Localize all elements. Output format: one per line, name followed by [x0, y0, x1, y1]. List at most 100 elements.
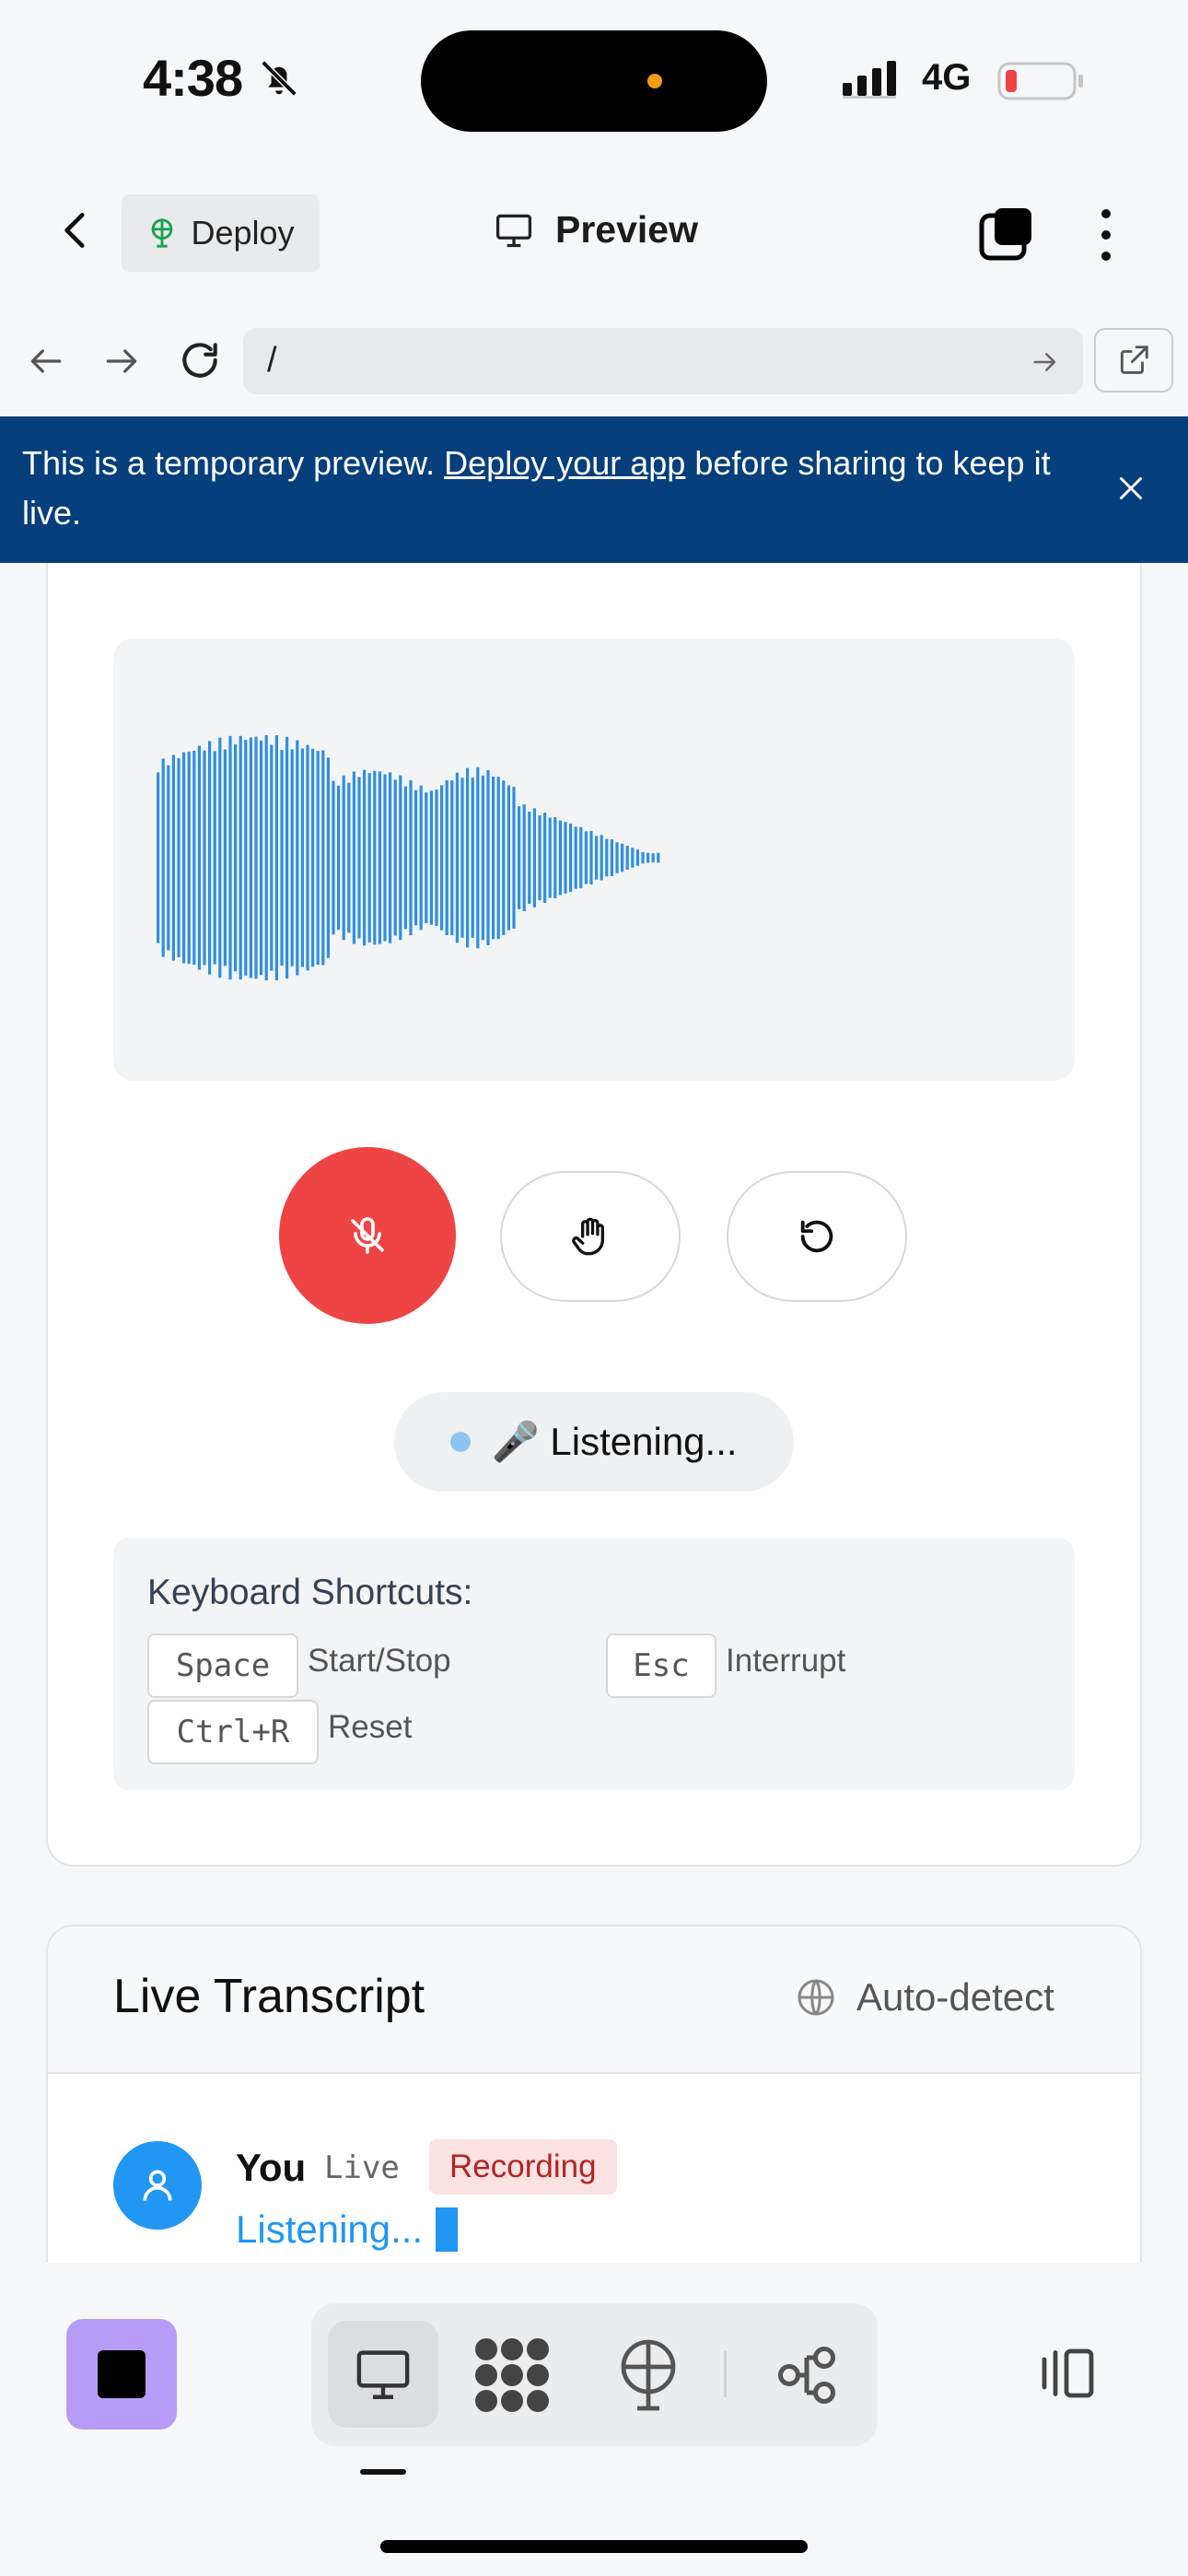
banner-text-before: This is a temporary preview. — [22, 444, 445, 482]
interrupt-button[interactable] — [500, 1171, 681, 1302]
banner-close-button[interactable] — [1114, 472, 1147, 509]
waveform-bar — [326, 757, 330, 958]
waveform-bar — [393, 779, 397, 936]
tabs-button[interactable] — [976, 205, 1037, 270]
network-type: 4G — [922, 57, 972, 98]
deploy-your-app-link[interactable]: Deploy your app — [444, 444, 685, 482]
kbd-space: Space — [147, 1633, 298, 1698]
waveform-bar — [347, 782, 351, 933]
transcript-text: Listening... — [236, 2207, 459, 2252]
waveform-bar — [182, 752, 186, 964]
transcript-text-value: Listening... — [236, 2207, 424, 2251]
waveform-bar — [171, 755, 175, 961]
waveform-bar — [367, 773, 371, 943]
stop-button[interactable] — [66, 2319, 177, 2430]
waveform-bar — [254, 736, 258, 979]
mute-mic-button[interactable] — [279, 1147, 456, 1324]
waveform-bar — [197, 745, 201, 970]
waveform-bar — [300, 748, 304, 967]
reload-icon — [182, 343, 217, 378]
waveform-bar — [157, 772, 160, 943]
waveform-bar — [311, 748, 315, 967]
waveform-bar — [321, 750, 325, 966]
waveform-bar — [522, 804, 526, 911]
deploy-icon — [152, 218, 173, 248]
waveform-bar — [496, 776, 500, 940]
hand-icon — [572, 1217, 604, 1256]
waveform-bar — [425, 791, 428, 924]
waveform-bar — [641, 851, 645, 864]
recording-badge: Recording — [429, 2139, 617, 2195]
waveform-bar — [218, 737, 222, 978]
page-title-label: Preview — [555, 208, 698, 251]
waveform-bar — [161, 758, 165, 957]
deploy-button[interactable]: Deploy — [122, 194, 320, 272]
rotate-ccw-icon — [800, 1220, 833, 1253]
audio-waveform — [152, 720, 668, 1001]
open-external-button[interactable] — [1094, 328, 1173, 392]
preview-icon — [356, 2350, 410, 2399]
waveform-bar — [274, 734, 278, 981]
waveform-bar — [440, 785, 444, 931]
stop-icon — [98, 2350, 146, 2398]
kbd-esc: Esc — [606, 1633, 716, 1698]
waveform-bar — [234, 744, 238, 972]
waveform-bar — [610, 839, 613, 876]
url-input[interactable] — [243, 328, 1083, 394]
kbd-ctrl-r: Ctrl+R — [147, 1700, 319, 1764]
url-go-icon[interactable] — [1030, 346, 1061, 382]
tool-workflow-button[interactable] — [772, 2340, 842, 2415]
waveform-bar — [584, 831, 588, 884]
nav-forward-button[interactable] — [101, 341, 142, 386]
waveform-bar — [332, 780, 335, 935]
workflow-icon — [777, 2346, 836, 2405]
shortcut-label-start-stop: Start/Stop — [308, 1643, 451, 1679]
tool-deploy-button[interactable] — [615, 2336, 681, 2418]
waveform-bar — [631, 848, 635, 868]
waveform-bar — [285, 736, 289, 979]
nav-back-button[interactable] — [26, 341, 66, 386]
waveform-bar — [460, 778, 464, 938]
user-avatar — [113, 2141, 202, 2230]
waveform-bar — [357, 777, 361, 939]
mic-off-icon — [351, 1217, 384, 1254]
waveform-bar — [455, 772, 459, 943]
reload-button[interactable] — [177, 337, 223, 388]
tabs-icon — [979, 208, 1031, 261]
waveform-bar — [553, 816, 557, 899]
more-options-button[interactable] — [1092, 205, 1120, 270]
tool-apps-button[interactable] — [473, 2336, 551, 2418]
battery-low-icon — [997, 61, 1086, 106]
waveform-bar — [239, 735, 242, 980]
bell-slash-icon — [258, 57, 300, 104]
waveform-bar — [502, 780, 506, 935]
waveform-bar — [507, 785, 510, 931]
globe-icon — [798, 1979, 834, 2016]
waveform-bar — [548, 817, 552, 898]
language-selector[interactable]: Auto-detect — [794, 1975, 1054, 2020]
waveform-bar — [403, 786, 407, 930]
waveform-bar — [363, 769, 367, 946]
waveform-bar — [538, 814, 542, 901]
waveform-bar — [605, 838, 609, 877]
waveform-bar — [378, 771, 381, 944]
deploy-icon — [621, 2339, 676, 2411]
page-title: Preview — [493, 208, 698, 252]
tool-preview-button[interactable] — [328, 2321, 438, 2428]
privacy-indicator-dot — [647, 74, 662, 88]
banner-message: This is a temporary preview. Deploy your… — [22, 439, 1054, 538]
waveform-bar — [574, 826, 577, 889]
panel-toggle-button[interactable] — [1033, 2340, 1100, 2411]
waveform-bar — [595, 836, 599, 880]
waveform-bar — [296, 740, 299, 976]
waveform-bar — [316, 751, 320, 965]
waveform-bar — [409, 779, 413, 936]
back-button[interactable] — [53, 207, 99, 253]
waveform-bar — [290, 749, 294, 966]
shortcuts-title: Keyboard Shortcuts: — [147, 1573, 473, 1612]
waveform-bar — [213, 751, 216, 965]
reset-button[interactable] — [727, 1171, 907, 1302]
signal-icon — [841, 59, 905, 104]
arrow-right-icon — [106, 349, 137, 373]
waveform-bar — [657, 852, 660, 863]
